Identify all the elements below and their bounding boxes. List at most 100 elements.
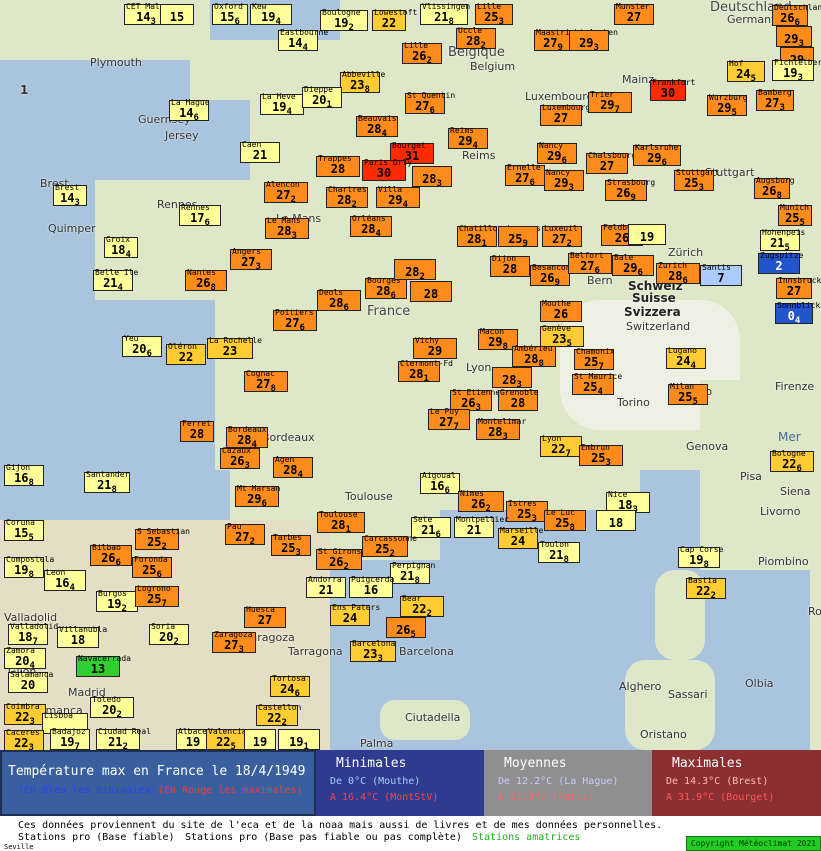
station-box[interactable]: Orléans 284 <box>350 215 392 239</box>
station-box[interactable]: Sete 216 <box>411 516 451 540</box>
station-box[interactable]: Montelimar 283 <box>476 418 526 442</box>
station-box[interactable]: Luxeuil 272 <box>542 225 582 249</box>
station-box[interactable]: Angers 273 <box>230 248 272 272</box>
station-box[interactable]: Vlissingen 218 <box>420 3 470 27</box>
station-box[interactable]: Chatillon Langres281 <box>457 225 541 249</box>
station-box[interactable]: Zamora 204 <box>4 647 46 671</box>
station-box[interactable]: Milan 255 <box>668 383 708 407</box>
station-box[interactable]: Nancy 293 <box>544 169 584 193</box>
station-box[interactable]: La Hague 146 <box>169 99 210 123</box>
station-box[interactable]: La Rochelle 23 <box>207 337 262 359</box>
station-box[interactable]: Toulon 218 <box>538 541 580 565</box>
station-box[interactable]: Cap Corse 198 <box>678 546 723 570</box>
station-box[interactable]: Belfort 276 <box>568 252 612 276</box>
station-box[interactable]: Groix 184 <box>104 236 138 260</box>
station-box[interactable]: Toledo 202 <box>90 696 134 720</box>
station-box[interactable]: Gijon 168 <box>4 464 44 488</box>
station-box[interactable]: Bordeaux 284 <box>226 426 268 450</box>
station-box[interactable]: Le Luc 258 <box>544 509 586 533</box>
station-box[interactable]: 283 <box>492 367 532 390</box>
station-box[interactable]: Cazaux 263 <box>220 447 260 471</box>
station-box[interactable]: Besancon 269 <box>530 264 571 288</box>
station-box[interactable]: Chamonix 257 <box>574 348 615 372</box>
station-box[interactable]: Santander 218 <box>84 471 130 495</box>
station-box[interactable]: Andorra 21 <box>306 576 346 598</box>
station-box[interactable]: Hof 245 <box>727 60 765 84</box>
station-box[interactable]: Frankfort 30 <box>650 79 695 101</box>
station-box[interactable]: 259 <box>498 226 538 249</box>
station-box[interactable]: Le Puy 277 <box>428 408 470 432</box>
station-box[interactable]: Luxembourg 27 <box>540 104 590 126</box>
station-box[interactable]: Ambérieu 288 <box>512 345 556 369</box>
station-box[interactable]: 293 <box>776 26 812 49</box>
station-box[interactable]: Lille 253 <box>475 3 513 27</box>
station-box[interactable]: 19 <box>244 729 276 750</box>
station-box[interactable]: Eastbourne 144 <box>278 29 328 53</box>
station-box[interactable]: Oléron 22 <box>166 343 206 365</box>
station-box[interactable]: Coruna 155 <box>4 519 44 543</box>
station-box[interactable]: Toulouse 281 <box>317 511 365 535</box>
station-box[interactable]: Strasbourg 269 <box>605 179 655 203</box>
station-box[interactable]: Deutschland266 <box>772 4 821 28</box>
station-box[interactable]: 28 <box>410 281 452 302</box>
station-box[interactable]: Lugano 244 <box>666 347 706 371</box>
station-box[interactable]: Fichtelberg193 <box>772 59 821 83</box>
station-box[interactable]: Abbeville 238 <box>340 71 385 95</box>
station-box[interactable]: Paris Orly 30 <box>362 159 412 181</box>
station-box[interactable]: Bale 296 <box>612 254 654 278</box>
station-box[interactable]: Tortosa 246 <box>270 675 310 699</box>
station-box[interactable]: Trappes 28 <box>316 155 360 177</box>
station-box[interactable]: Coimbra 223 <box>4 703 46 727</box>
station-box[interactable]: 191 <box>278 729 320 750</box>
station-box[interactable]: Ciudad Real 212 <box>96 728 151 750</box>
station-box[interactable]: Wurzburg 295 <box>707 94 748 118</box>
station-box[interactable]: Bastia 222 <box>686 577 726 601</box>
station-box[interactable]: Bamberg 273 <box>756 89 794 113</box>
station-box[interactable]: Dieppe 201 <box>302 86 342 110</box>
station-box[interactable]: Bologne 226 <box>770 450 814 474</box>
station-box[interactable]: Alencon 272 <box>264 181 308 205</box>
station-box[interactable]: La Heve 194 <box>260 93 304 117</box>
station-box[interactable]: Lille 262 <box>402 42 442 66</box>
station-box[interactable]: Caen 21 <box>240 141 280 163</box>
station-box[interactable]: Deols 286 <box>317 289 361 313</box>
station-box[interactable]: 283 <box>412 166 452 189</box>
station-box[interactable]: Beauvais 284 <box>356 115 398 139</box>
station-box[interactable]: 15 <box>160 4 194 25</box>
station-box[interactable]: Hohenpeis 215 <box>760 229 805 253</box>
station-box[interactable]: Karlsruhe 296 <box>633 144 681 168</box>
station-box[interactable]: Puigcerda 16 <box>349 576 394 598</box>
station-box[interactable]: Brest 143 <box>53 184 87 208</box>
station-box[interactable]: Burgos 192 <box>96 590 138 614</box>
station-box[interactable]: Castellon 222 <box>256 704 301 728</box>
station-box[interactable]: Navacerrada 13 <box>76 655 131 677</box>
station-box[interactable]: Albacete 19 <box>176 728 217 750</box>
station-box[interactable]: St Quentin 276 <box>405 92 455 116</box>
station-box[interactable]: Mt Marsan 296 <box>235 485 280 509</box>
station-box[interactable]: Augsburg 268 <box>754 177 795 201</box>
station-box[interactable]: Vichy 29 <box>413 337 457 359</box>
station-box[interactable]: S Sebastian 252 <box>135 528 190 552</box>
station-box[interactable]: Munich 255 <box>778 204 812 228</box>
station-box[interactable]: Le Mans 283 <box>265 217 309 241</box>
station-box[interactable]: Kew 194 <box>250 3 292 27</box>
station-box[interactable]: Cognac 278 <box>244 370 288 394</box>
station-box[interactable]: 18 <box>596 510 636 531</box>
station-box[interactable]: Yeu 206 <box>122 335 162 359</box>
station-box[interactable]: Ferret 28 <box>180 420 214 442</box>
station-box[interactable]: 19 <box>628 224 666 245</box>
station-box[interactable]: Bear 222 <box>400 595 444 619</box>
station-box[interactable]: Trier 297 <box>588 91 632 115</box>
station-box[interactable]: Poitiers 276 <box>273 309 317 333</box>
station-box[interactable]: Embrun 253 <box>579 444 623 468</box>
station-box[interactable]: Ernelle 276 <box>505 164 545 188</box>
station-box[interactable]: Zurich 286 <box>656 262 700 286</box>
station-box[interactable]: Logrono 257 <box>135 585 179 609</box>
station-box[interactable]: Agen 284 <box>273 456 313 480</box>
station-box[interactable]: Clermont-Fd 281 <box>398 360 453 384</box>
station-box[interactable]: Huesca 27 <box>244 606 286 628</box>
station-box[interactable]: Zaragoza 273 <box>212 631 256 655</box>
station-box[interactable]: 282 <box>394 259 436 282</box>
station-box[interactable]: Soria 202 <box>149 623 189 647</box>
station-box[interactable]: Sonnblick 04 <box>775 302 820 326</box>
